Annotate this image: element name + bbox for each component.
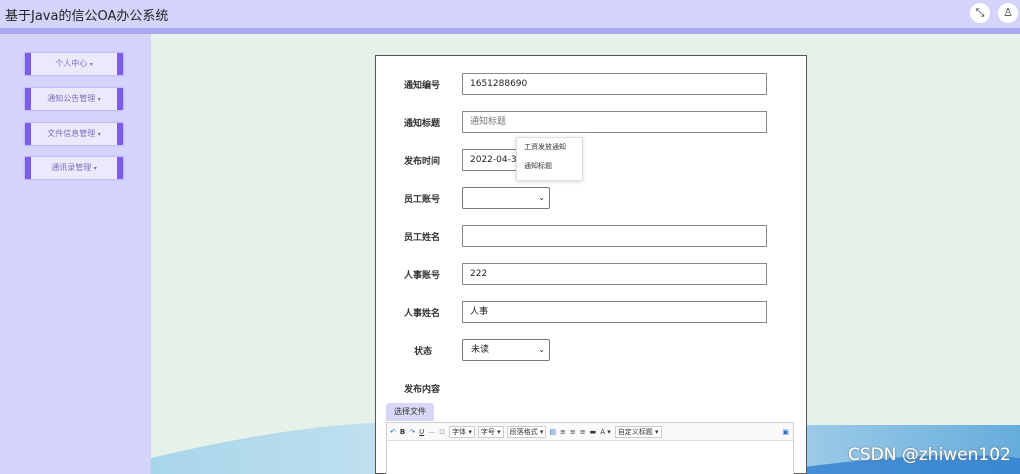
- employee-account-label: 员工账号: [404, 195, 441, 205]
- sidebar: 个人中心 ▾ 通知公告管理 ▾ 文件信息管理 ▾ 通讯录管理 ▾: [0, 34, 151, 474]
- font-family-select[interactable]: 字体 ▾: [449, 425, 475, 438]
- align-center-icon[interactable]: ≡: [570, 428, 576, 436]
- sidebar-item-label: 文件信息管理: [47, 129, 96, 138]
- employee-name-input[interactable]: [462, 225, 767, 247]
- chevron-down-icon: ▾: [97, 131, 101, 138]
- notice-no-input[interactable]: 1651288690: [462, 73, 767, 95]
- status-value: 未读: [471, 345, 490, 355]
- fullscreen-exit-icon[interactable]: ⤡: [970, 3, 990, 23]
- notice-form-panel: 通知编号 1651288690 通知标题 通知标题 发布时间 2022-04-3…: [375, 55, 807, 474]
- font-size-select[interactable]: 字号 ▾: [477, 425, 504, 438]
- align-right-icon[interactable]: ≡: [580, 428, 586, 436]
- align-left-icon[interactable]: ≡: [560, 428, 566, 436]
- paragraph-select[interactable]: 段落格式 ▾: [506, 425, 547, 438]
- publish-time-input[interactable]: 2022-04-30: [462, 149, 518, 171]
- user-icon[interactable]: ♙: [998, 3, 1018, 23]
- content-label: 发布内容: [404, 385, 441, 395]
- fullscreen-icon[interactable]: ▣: [782, 428, 789, 436]
- title-autocomplete-dropdown: 工资发放通知 通知标题: [516, 137, 583, 181]
- clear-format-icon[interactable]: ⊡: [439, 428, 445, 436]
- hr-name-input[interactable]: 人事: [462, 301, 767, 323]
- redo-icon[interactable]: ↷: [409, 428, 415, 436]
- autocomplete-option[interactable]: 工资发放通知: [517, 138, 582, 157]
- sidebar-item-file-management[interactable]: 文件信息管理 ▾: [25, 123, 123, 145]
- sidebar-item-label: 通知公告管理: [47, 94, 96, 103]
- hr-name-label: 人事姓名: [404, 309, 441, 319]
- hr-account-label: 人事账号: [404, 271, 441, 281]
- status-select[interactable]: 未读 ⌄: [462, 339, 550, 361]
- editor-toolbar: ↶ B ↷ U — ⊡ 字体 ▾ 字号 ▾ 段落格式 ▾ ▤ ≡ ≡ ≡ ▬ A…: [387, 423, 793, 441]
- notice-title-label: 通知标题: [404, 119, 441, 129]
- notice-title-input[interactable]: 通知标题: [462, 111, 767, 133]
- sidebar-item-personal-center[interactable]: 个人中心 ▾: [25, 53, 123, 75]
- chevron-down-icon: ⌄: [538, 193, 545, 202]
- publish-time-label: 发布时间: [404, 157, 441, 167]
- sidebar-item-label: 通讯录管理: [51, 163, 92, 172]
- sidebar-item-label: 个人中心: [55, 59, 88, 68]
- notice-no-label: 通知编号: [404, 81, 441, 91]
- custom-title-select[interactable]: 自定义标题 ▾: [614, 425, 662, 438]
- bold-icon[interactable]: B: [400, 428, 405, 436]
- chevron-down-icon: ▾: [93, 165, 97, 172]
- custom-title-label: 自定义标题: [617, 427, 653, 436]
- top-bar: 基于Java的信公OA办公系统 ⤡ ♙: [0, 0, 1020, 28]
- app-title: 基于Java的信公OA办公系统: [5, 9, 169, 24]
- horizontal-rule-icon[interactable]: —: [428, 428, 435, 436]
- rich-text-editor[interactable]: ↶ B ↷ U — ⊡ 字体 ▾ 字号 ▾ 段落格式 ▾ ▤ ≡ ≡ ≡ ▬ A…: [386, 422, 794, 474]
- header-divider: [0, 28, 1020, 34]
- choose-file-button[interactable]: 选择文件: [386, 403, 434, 421]
- paragraph-label: 段落格式: [509, 427, 538, 436]
- status-label: 状态: [414, 347, 433, 357]
- table-icon[interactable]: ▤: [549, 428, 556, 436]
- watermark: CSDN @zhiwen102: [848, 445, 1011, 465]
- justify-icon[interactable]: ▬: [590, 428, 597, 436]
- hr-account-input[interactable]: 222: [462, 263, 767, 285]
- employee-name-label: 员工姓名: [404, 233, 441, 243]
- autocomplete-option[interactable]: 通知标题: [517, 157, 582, 176]
- sidebar-item-contacts-management[interactable]: 通讯录管理 ▾: [25, 157, 123, 179]
- chevron-down-icon: ▾: [89, 61, 93, 68]
- font-color-icon[interactable]: A ▾: [600, 428, 611, 436]
- chevron-down-icon: ▾: [97, 96, 101, 103]
- chevron-down-icon: ⌄: [538, 345, 545, 354]
- font-size-label: 字号: [480, 427, 495, 436]
- font-family-label: 字体: [452, 427, 467, 436]
- underline-icon[interactable]: U: [419, 428, 424, 436]
- undo-icon[interactable]: ↶: [390, 428, 396, 436]
- employee-account-select[interactable]: ⌄: [462, 187, 550, 209]
- sidebar-item-notice-management[interactable]: 通知公告管理 ▾: [25, 88, 123, 110]
